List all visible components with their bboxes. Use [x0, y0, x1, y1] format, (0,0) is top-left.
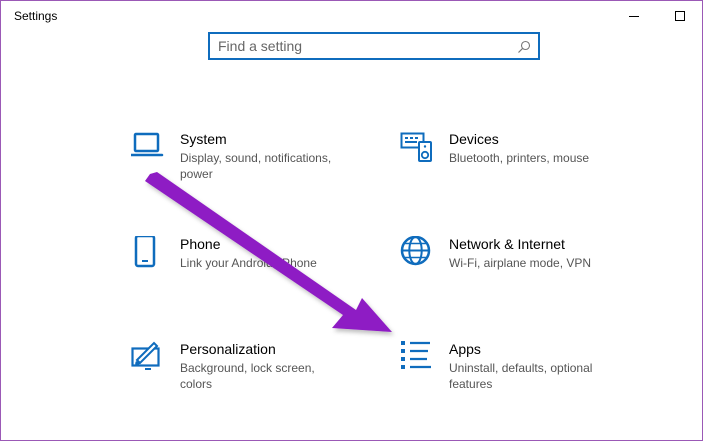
system-description: Display, sound, notifications, power [180, 151, 332, 181]
globe-icon [400, 236, 431, 266]
category-devices[interactable]: Devices Bluetooth, printers, mouse [400, 131, 650, 201]
title-bar: Settings [1, 1, 702, 33]
category-personalization[interactable]: Personalization Background, lock screen,… [131, 341, 381, 411]
devices-icon [400, 132, 432, 162]
phone-description: Link your Android, iPhone [180, 256, 317, 270]
category-phone[interactable]: Phone Link your Android, iPhone [131, 236, 381, 306]
system-title: System [180, 131, 227, 147]
network-description: Wi-Fi, airplane mode, VPN [449, 256, 592, 270]
minimize-icon [629, 16, 639, 17]
window-title: Settings [14, 9, 58, 23]
devices-description: Bluetooth, printers, mouse [449, 151, 590, 165]
personalization-description: Background, lock screen, colors [180, 361, 315, 391]
apps-description: Uninstall, defaults, optional features [449, 361, 593, 391]
search-box[interactable] [208, 32, 540, 60]
settings-window: Settings System Display, sound, notifica… [0, 0, 703, 441]
devices-title: Devices [449, 131, 499, 147]
phone-title: Phone [180, 236, 221, 252]
apps-list-icon [401, 341, 431, 369]
apps-title: Apps [449, 341, 481, 357]
search-icon [518, 40, 531, 53]
minimize-button[interactable] [611, 1, 657, 33]
personalization-title: Personalization [180, 341, 276, 357]
laptop-icon [131, 132, 164, 157]
category-network[interactable]: Network & Internet Wi-Fi, airplane mode,… [400, 236, 650, 306]
category-system[interactable]: System Display, sound, notifications, po… [131, 131, 381, 201]
maximize-button[interactable] [657, 1, 702, 33]
category-apps[interactable]: Apps Uninstall, defaults, optional featu… [400, 341, 650, 411]
maximize-icon [675, 11, 685, 21]
paintbrush-icon [131, 341, 160, 370]
network-title: Network & Internet [449, 236, 565, 252]
phone-icon [134, 236, 156, 268]
search-input[interactable] [218, 37, 508, 55]
